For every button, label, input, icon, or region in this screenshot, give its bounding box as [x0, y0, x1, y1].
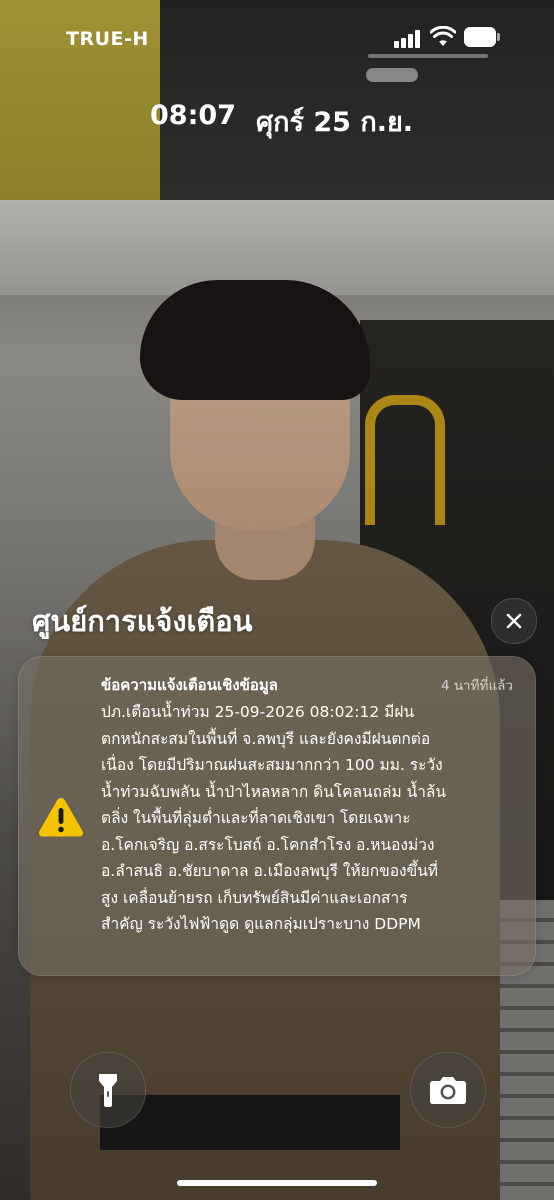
notification-body-line: ตลิ่ง ในพื้นที่ลุ่มต่ำและที่ลาดเชิงเขา โ…: [101, 809, 411, 827]
status-divider: [368, 54, 488, 58]
notification-body-line: เนื่อง โดยมีปริมาณฝนสะสมมากกว่า 100 มม. …: [101, 756, 443, 774]
notification-timestamp: 4 นาทีที่แล้ว: [440, 678, 513, 694]
home-indicator[interactable]: [177, 1180, 377, 1186]
camera-button[interactable]: [410, 1052, 486, 1128]
notification-body-line: ปภ.เตือนน้ำท่วม 25-09-2026 08:02:12 มีฝน: [101, 703, 415, 721]
emergency-alert-notification[interactable]: ข้อความแจ้งเตือนเชิงข้อมูล 4 นาทีที่แล้ว…: [18, 656, 536, 976]
clock-time: 08:07: [150, 100, 236, 131]
notification-body-line: ตกหนักสะสมในพื้นที่ จ.ลพบุรี และยังคงมีฝ…: [101, 729, 431, 748]
signal-icon: [394, 30, 422, 48]
clear-notifications-button[interactable]: [491, 598, 537, 644]
flashlight-icon: [99, 1074, 117, 1107]
wifi-icon: [430, 26, 456, 46]
flashlight-button[interactable]: [70, 1052, 146, 1128]
status-pill: [366, 68, 418, 82]
close-icon: [506, 613, 522, 629]
notification-body-line: สูง เคลื่อนย้ายรถ เก็บทรัพย์สินมีค่าและเ…: [101, 888, 408, 907]
notification-body-line: อ.โคกเจริญ อ.สระโบสถ์ อ.โคกสำโรง อ.หนองม…: [101, 835, 435, 854]
notification-body-line: น้ำท่วมฉับพลัน น้ำป่าไหลหลาก ดินโคลนถล่ม…: [101, 782, 447, 801]
lock-clock: 08:07 ศุกร์ 25 ก.ย.: [0, 100, 554, 140]
notification-body-line: สำคัญ ระวังไฟฟ้าดูด ดูแลกลุ่มเปราะบาง DD…: [101, 915, 421, 933]
notification-title: ข้อความแจ้งเตือนเชิงข้อมูล: [101, 676, 278, 694]
battery-icon: [464, 27, 500, 47]
carrier-label: TRUE-H: [66, 28, 149, 50]
clock-date: ศุกร์ 25 ก.ย.: [256, 107, 414, 138]
notification-center-title: ศูนย์การแจ้งเตือน: [32, 604, 253, 638]
warning-icon: [38, 798, 84, 837]
camera-icon: [430, 1077, 466, 1104]
notification-body: ปภ.เตือนน้ำท่วม 25-09-2026 08:02:12 มีฝน…: [101, 699, 521, 938]
notification-body-line: อ.ลำสนธิ อ.ชัยบาดาล อ.เมืองลพบุรี ให้ยกข…: [101, 862, 439, 880]
status-bar: TRUE-H: [0, 0, 554, 82]
